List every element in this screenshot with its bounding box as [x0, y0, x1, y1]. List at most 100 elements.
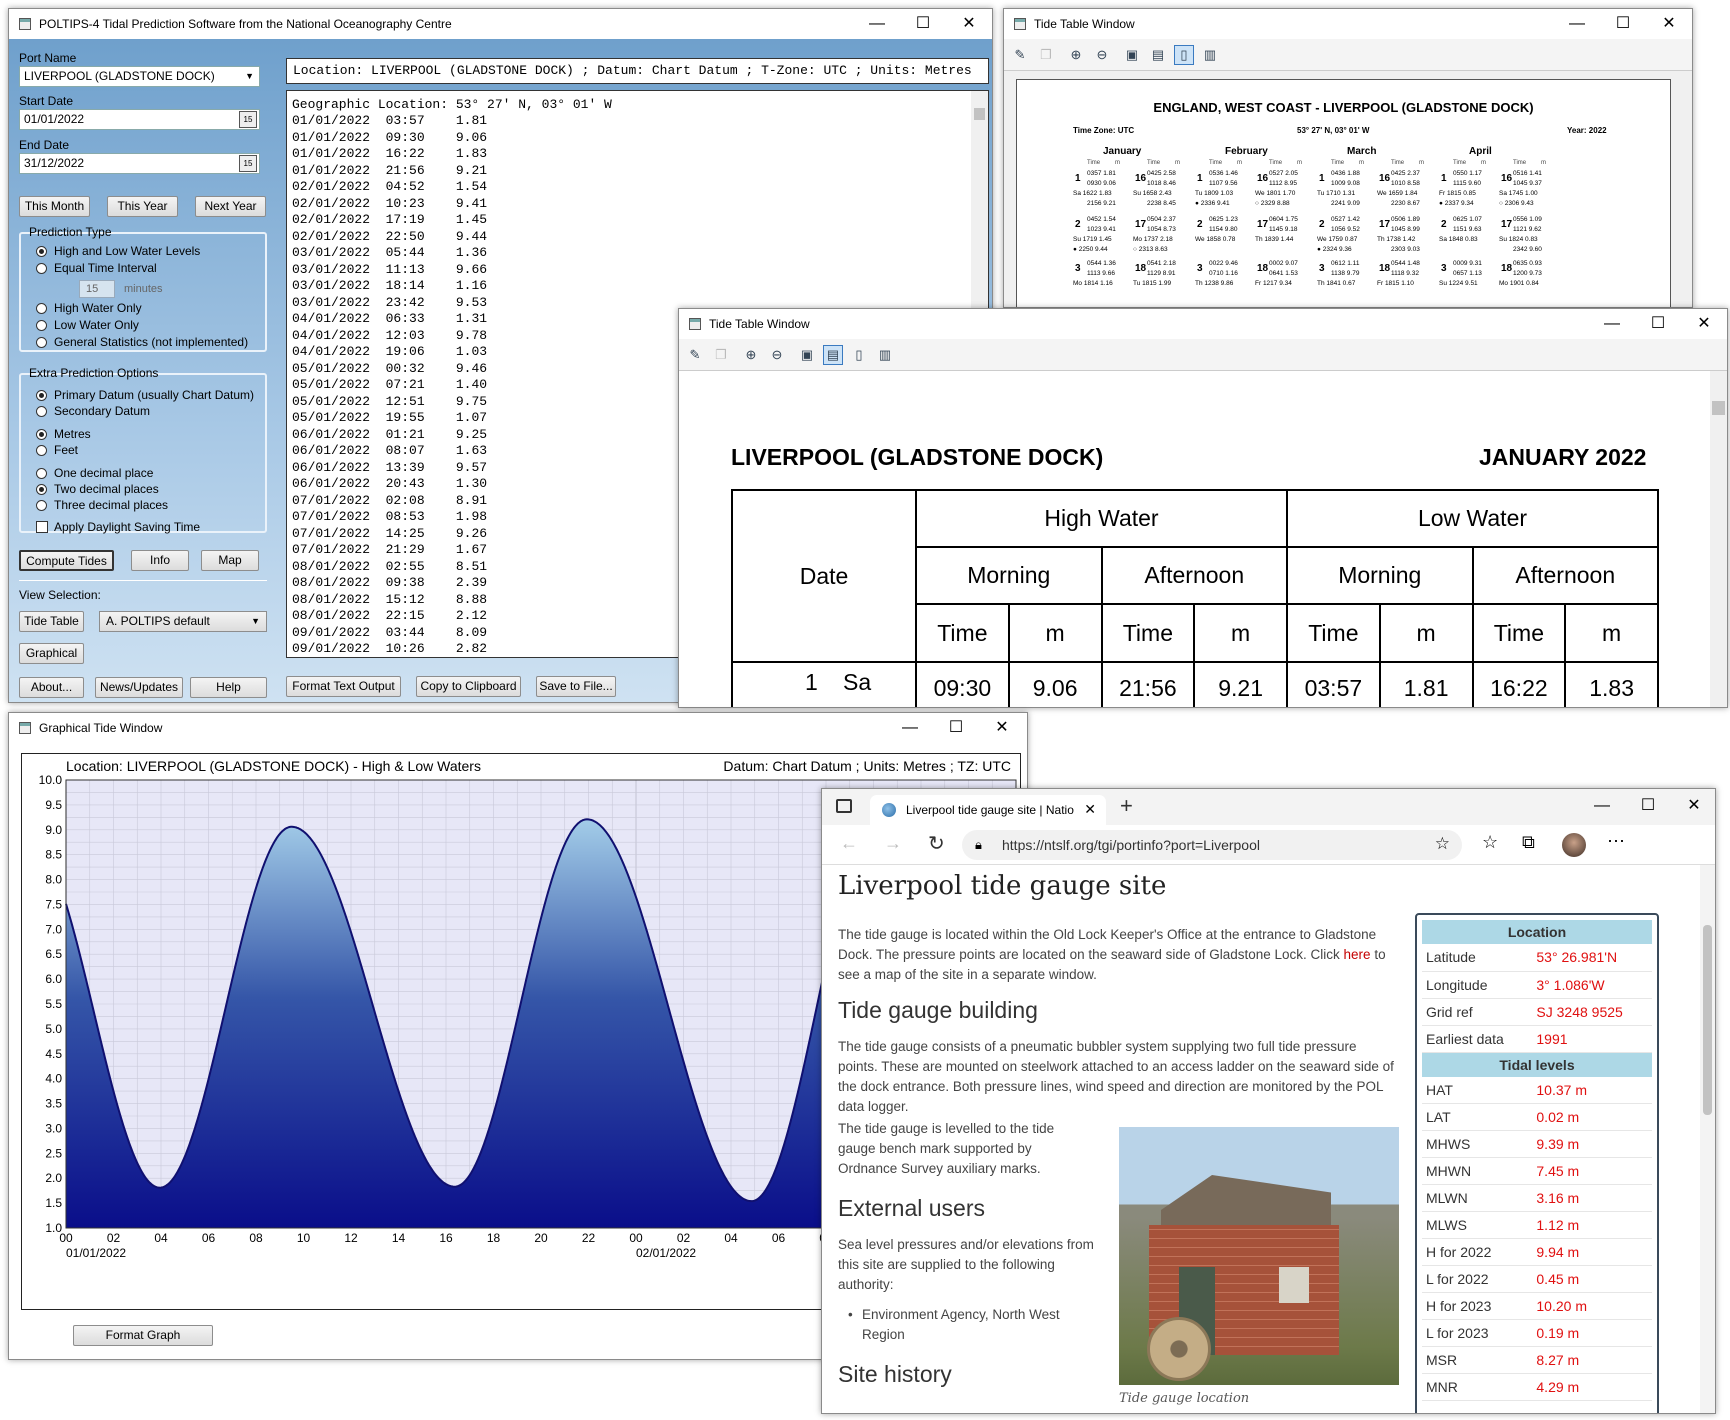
tide-table-button[interactable]: Tide Table — [19, 611, 84, 632]
tide-entry: 1112 8.95 — [1269, 180, 1297, 187]
x-tick-label: 00 — [629, 1231, 643, 1245]
format-graph-button[interactable]: Format Graph — [73, 1325, 213, 1346]
radio-two-decimal[interactable] — [36, 484, 47, 495]
map-button[interactable]: Map — [201, 550, 259, 571]
single-page-icon[interactable]: ▯ — [1174, 45, 1194, 65]
browser-tab[interactable]: Liverpool tide gauge site | Natio ✕ — [870, 795, 1106, 825]
avatar[interactable] — [1562, 833, 1586, 857]
address-bar[interactable]: 🔒︎ https://ntslf.org/tgi/portinfo?port=L… — [962, 830, 1462, 860]
radio-metres[interactable] — [36, 429, 47, 440]
radio-primary-datum[interactable] — [36, 390, 47, 401]
interval-input[interactable]: 15 — [79, 280, 115, 298]
view-style-select[interactable]: A. POLTIPS default ▼ — [99, 611, 267, 632]
maximize-button[interactable]: ☐ — [1625, 793, 1671, 819]
end-date-input[interactable]: 31/12/2022 15 — [19, 153, 260, 174]
radio-high-low[interactable] — [36, 246, 47, 257]
radio-feet[interactable] — [36, 445, 47, 456]
fit-page-icon[interactable]: ▣ — [1122, 45, 1142, 65]
radio-high-only[interactable] — [36, 303, 47, 314]
scroll-thumb[interactable] — [1712, 401, 1725, 415]
back-icon[interactable]: ← — [840, 833, 858, 854]
new-tab-icon[interactable]: + — [1120, 793, 1133, 819]
copy-to-clipboard-button[interactable]: Copy to Clipboard — [416, 676, 521, 697]
favorites-icon[interactable]: ☆ — [1482, 832, 1498, 853]
calendar-icon[interactable]: 15 — [239, 155, 257, 172]
maximize-button[interactable]: ☐ — [933, 715, 979, 741]
radio-one-decimal[interactable] — [36, 468, 47, 479]
minimize-button[interactable]: — — [887, 715, 933, 741]
copy-icon[interactable]: ❐ — [711, 345, 731, 365]
row-value: 9.39 m — [1532, 1130, 1652, 1158]
radio-equal-interval[interactable] — [36, 263, 47, 274]
print-icon[interactable]: ✎ — [1010, 45, 1030, 65]
maximize-button[interactable]: ☐ — [1600, 11, 1646, 37]
single-page-icon[interactable]: ▯ — [849, 345, 869, 365]
fit-width-icon[interactable]: ▤ — [823, 345, 843, 365]
help-button[interactable]: Help — [190, 677, 267, 698]
two-page-icon[interactable]: ▥ — [1200, 45, 1220, 65]
this-month-button[interactable]: This Month — [19, 196, 90, 217]
close-button[interactable]: ✕ — [1681, 311, 1727, 337]
vertical-scrollbar[interactable] — [1700, 865, 1715, 1413]
close-button[interactable]: ✕ — [979, 715, 1025, 741]
radio-low-only[interactable] — [36, 320, 47, 331]
maximize-button[interactable]: ☐ — [900, 11, 946, 37]
row-date: 04/01/2022 — [292, 311, 371, 326]
compute-tides-button[interactable]: Compute Tides — [19, 550, 114, 571]
row-time: 06:33 — [385, 311, 425, 326]
add-favorite-icon[interactable]: ☆ — [1435, 834, 1450, 854]
this-year-button[interactable]: This Year — [107, 196, 178, 217]
close-button[interactable]: ✕ — [946, 11, 992, 37]
radio-general-stats[interactable] — [36, 337, 47, 348]
copy-icon[interactable]: ❐ — [1036, 45, 1056, 65]
row-value: 0.19 m — [1532, 1319, 1652, 1347]
minimize-button[interactable]: — — [1554, 11, 1600, 37]
save-to-file-button[interactable]: Save to File... — [536, 676, 616, 697]
collections-icon[interactable]: ⧉ — [1522, 832, 1535, 853]
bullet: • — [848, 1307, 853, 1322]
zoom-in-icon[interactable]: ⊕ — [1066, 45, 1086, 65]
close-button[interactable]: ✕ — [1671, 793, 1715, 819]
app-icon — [19, 18, 31, 30]
dst-checkbox[interactable] — [36, 521, 48, 533]
zoom-out-icon[interactable]: ⊖ — [1092, 45, 1112, 65]
next-year-button[interactable]: Next Year — [195, 196, 266, 217]
fit-width-icon[interactable]: ▤ — [1148, 45, 1168, 65]
minimize-button[interactable]: — — [1589, 311, 1635, 337]
minimize-button[interactable]: — — [1579, 793, 1625, 819]
radio-secondary-datum[interactable] — [36, 406, 47, 417]
radio-three-decimal[interactable] — [36, 500, 47, 511]
about-button[interactable]: About... — [19, 677, 84, 698]
y-tick-label: 8.5 — [45, 848, 62, 862]
scroll-thumb[interactable] — [1703, 925, 1712, 1115]
port-select[interactable]: LIVERPOOL (GLADSTONE DOCK) ▼ — [19, 66, 260, 87]
close-tab-icon[interactable]: ✕ — [1084, 801, 1096, 818]
table-row: Grid ref SJ 3248 9525 — [1422, 998, 1652, 1026]
print-icon[interactable]: ✎ — [685, 345, 705, 365]
graphical-button[interactable]: Graphical — [19, 643, 84, 664]
forward-icon[interactable]: → — [884, 833, 902, 854]
scroll-thumb[interactable] — [974, 108, 985, 120]
maximize-button[interactable]: ☐ — [1635, 311, 1681, 337]
calendar-icon[interactable]: 15 — [239, 111, 257, 128]
two-page-icon[interactable]: ▥ — [875, 345, 895, 365]
more-icon[interactable]: ⋯ — [1607, 831, 1625, 852]
minimize-button[interactable]: — — [854, 11, 900, 37]
row-height: 1.63 — [455, 443, 488, 458]
vertical-scrollbar[interactable] — [1710, 371, 1727, 707]
row-value: SJ 3248 9525 — [1532, 998, 1652, 1026]
format-text-output-button[interactable]: Format Text Output — [286, 676, 401, 697]
tide-entry: 1200 9.73 — [1513, 270, 1542, 277]
news-updates-button[interactable]: News/Updates — [95, 677, 183, 698]
tab-actions-icon[interactable] — [836, 799, 852, 813]
info-button[interactable]: Info — [131, 550, 189, 571]
refresh-icon[interactable]: ↻ — [928, 831, 945, 856]
zoom-out-icon[interactable]: ⊖ — [767, 345, 787, 365]
map-link[interactable]: here — [1344, 947, 1371, 962]
zoom-in-icon[interactable]: ⊕ — [741, 345, 761, 365]
vertical-scrollbar[interactable] — [1675, 71, 1692, 307]
row-height: 8.09 — [455, 624, 488, 640]
start-date-input[interactable]: 01/01/2022 15 — [19, 109, 260, 130]
close-button[interactable]: ✕ — [1646, 11, 1692, 37]
fit-page-icon[interactable]: ▣ — [797, 345, 817, 365]
